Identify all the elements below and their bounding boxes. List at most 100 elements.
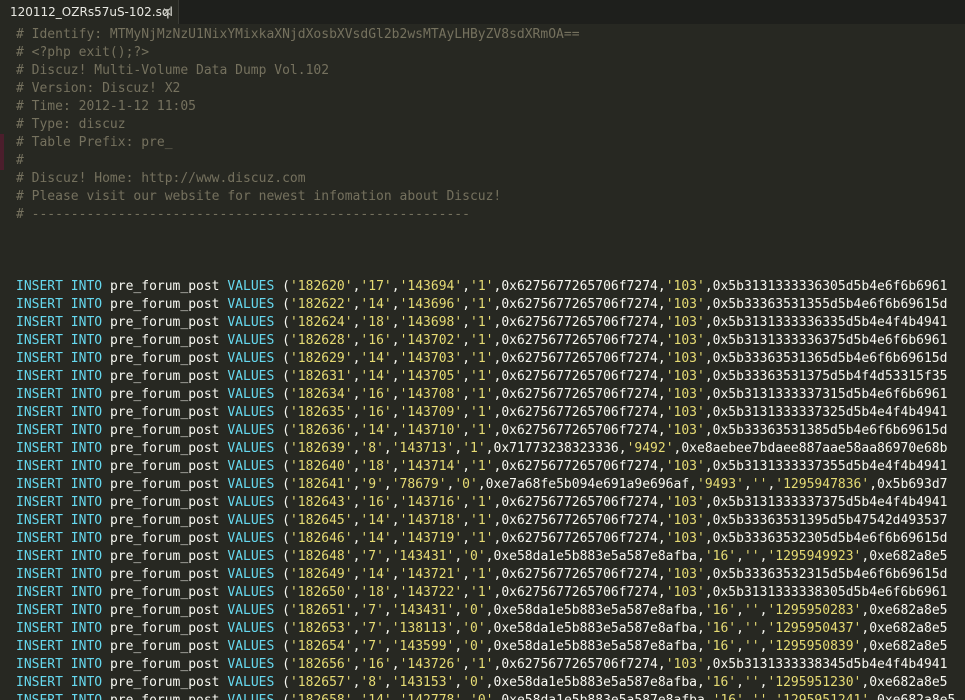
sql-keyword: INSERT [16, 693, 63, 700]
sql-insert-line: INSERT INTO pre_forum_post VALUES ('1826… [16, 494, 947, 512]
sql-keyword: INTO [70, 675, 103, 690]
open-paren: ( [282, 333, 290, 348]
sql-keyword: VALUES [227, 351, 275, 366]
table-name: pre_forum_post [109, 495, 220, 510]
sql-keyword: INTO [70, 639, 103, 654]
tab-title: 120112_OZRs57uS-102.sql [10, 5, 173, 19]
sql-keyword: INSERT [16, 549, 63, 564]
sql-keyword: INSERT [16, 513, 63, 528]
table-name: pre_forum_post [109, 351, 220, 366]
sql-insert-line: INSERT INTO pre_forum_post VALUES ('1826… [16, 692, 955, 700]
table-name: pre_forum_post [109, 639, 220, 654]
sql-keyword: INTO [70, 657, 103, 672]
sql-keyword: VALUES [227, 315, 275, 330]
sql-insert-line: INSERT INTO pre_forum_post VALUES ('1826… [16, 278, 947, 296]
sql-keyword: VALUES [227, 405, 275, 420]
sql-keyword: VALUES [227, 531, 275, 546]
sql-insert-line: INSERT INTO pre_forum_post VALUES ('1826… [16, 440, 947, 458]
open-paren: ( [282, 441, 290, 456]
open-paren: ( [282, 369, 290, 384]
sql-keyword: INTO [70, 549, 103, 564]
comment-line: # Time: 2012-1-12 11:05 [16, 99, 197, 114]
code-editor[interactable]: # Identify: MTMyNjMzNzU1NixYMixkaXNjdXos… [0, 24, 965, 700]
sql-insert-line: INSERT INTO pre_forum_post VALUES ('1826… [16, 638, 947, 656]
sql-keyword: INTO [70, 513, 103, 528]
sql-keyword: VALUES [227, 585, 275, 600]
sql-keyword: VALUES [227, 693, 274, 700]
comment-line: # Version: Discuz! X2 [16, 81, 181, 96]
open-paren: ( [282, 459, 290, 474]
sql-keyword: VALUES [227, 513, 275, 528]
editor-window: 120112_OZRs57uS-102.sql ✕ # Identify: MT… [0, 0, 965, 700]
table-name: pre_forum_post [109, 585, 220, 600]
sql-keyword: INTO [70, 405, 103, 420]
sql-keyword: INSERT [16, 459, 63, 474]
sql-insert-line: INSERT INTO pre_forum_post VALUES ('1826… [16, 602, 947, 620]
table-name: pre_forum_post [109, 333, 220, 348]
row-values: '182646','14','143719','1',0x62756772657… [289, 531, 948, 546]
sql-insert-line: INSERT INTO pre_forum_post VALUES ('1826… [16, 512, 947, 530]
table-name: pre_forum_post [109, 315, 220, 330]
comment-line: # Please visit our website for newest in… [16, 189, 502, 204]
sql-keyword: VALUES [227, 549, 275, 564]
sql-keyword: INSERT [16, 441, 63, 456]
close-icon[interactable]: ✕ [162, 3, 172, 21]
sql-keyword: INSERT [16, 477, 63, 492]
table-name: pre_forum_post [109, 549, 220, 564]
open-paren: ( [282, 405, 290, 420]
comment-line: # [16, 153, 24, 168]
sql-keyword: VALUES [227, 423, 275, 438]
sql-keyword: INTO [70, 531, 103, 546]
open-paren: ( [282, 657, 290, 672]
table-name: pre_forum_post [109, 513, 220, 528]
table-name: pre_forum_post [109, 387, 220, 402]
sql-keyword: INTO [70, 279, 103, 294]
table-name: pre_forum_post [109, 567, 220, 582]
tab-active-file[interactable]: 120112_OZRs57uS-102.sql ✕ [0, 0, 179, 24]
sql-keyword: INTO [70, 333, 103, 348]
open-paren: ( [282, 693, 290, 700]
open-paren: ( [282, 639, 290, 654]
comment-line: # <?php exit();?> [16, 45, 150, 60]
row-values: '182656','16','143726','1',0x62756772657… [289, 657, 948, 672]
sql-insert-line: INSERT INTO pre_forum_post VALUES ('1826… [16, 530, 947, 548]
sql-insert-line: INSERT INTO pre_forum_post VALUES ('1826… [16, 332, 947, 350]
row-values: '182658','14','142778','0',0xe58da1e5b88… [290, 693, 955, 700]
sql-keyword: INTO [70, 585, 103, 600]
comment-line: # Type: discuz [16, 117, 126, 132]
sql-keyword: VALUES [227, 459, 275, 474]
row-values: '182635','16','143709','1',0x62756772657… [289, 405, 948, 420]
row-values: '182636','14','143710','1',0x62756772657… [289, 423, 948, 438]
sql-keyword: INTO [70, 351, 103, 366]
table-name: pre_forum_post [109, 441, 220, 456]
open-paren: ( [282, 531, 290, 546]
row-values: '182620','17','143694','1',0x62756772657… [289, 279, 948, 294]
sql-keyword: INTO [71, 693, 102, 700]
table-name: pre_forum_post [109, 675, 220, 690]
sql-keyword: INSERT [16, 351, 63, 366]
open-paren: ( [282, 549, 290, 564]
sql-keyword: INSERT [16, 297, 63, 312]
table-name: pre_forum_post [109, 369, 220, 384]
sql-insert-line: INSERT INTO pre_forum_post VALUES ('1826… [16, 584, 947, 602]
sql-keyword: VALUES [227, 333, 275, 348]
comment-line: # Discuz! Home: http://www.discuz.com [16, 171, 306, 186]
sql-keyword: INSERT [16, 585, 63, 600]
sql-keyword: VALUES [227, 621, 275, 636]
table-name: pre_forum_post [110, 693, 220, 700]
sql-insert-line: INSERT INTO pre_forum_post VALUES ('1826… [16, 296, 947, 314]
sql-keyword: INSERT [16, 621, 63, 636]
sql-insert-line: INSERT INTO pre_forum_post VALUES ('1826… [16, 674, 947, 692]
sql-keyword: VALUES [227, 567, 275, 582]
table-name: pre_forum_post [109, 297, 220, 312]
sql-keyword: INSERT [16, 603, 63, 618]
open-paren: ( [282, 387, 290, 402]
sql-keyword: INTO [70, 621, 103, 636]
comment-line: # Discuz! Multi-Volume Data Dump Vol.102 [16, 63, 330, 78]
table-name: pre_forum_post [109, 531, 220, 546]
sql-keyword: VALUES [227, 675, 275, 690]
sql-keyword: INTO [70, 369, 103, 384]
row-values: '182645','14','143718','1',0x62756772657… [289, 513, 948, 528]
row-values: '182657','8','143153','0',0xe58da1e5b883… [289, 675, 948, 690]
open-paren: ( [282, 603, 290, 618]
